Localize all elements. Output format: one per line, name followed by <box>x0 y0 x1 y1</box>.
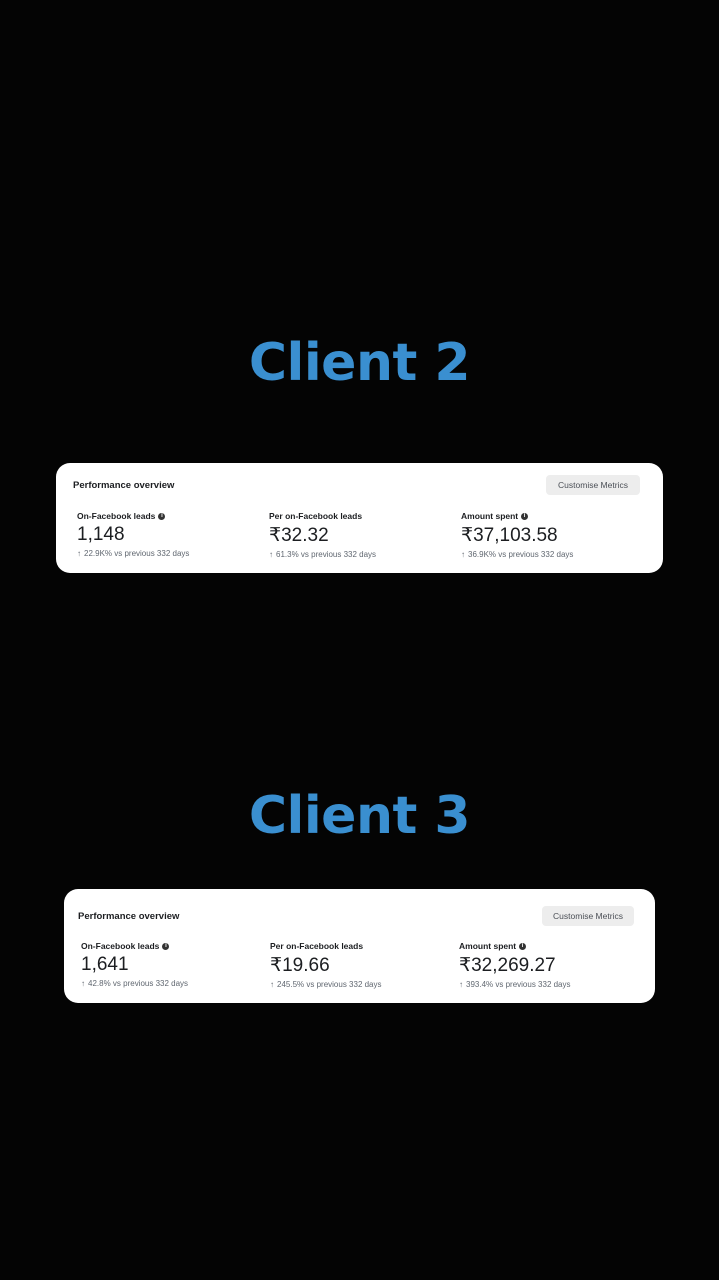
metric-label: Per on-Facebook leads <box>269 511 363 521</box>
metric-value: ₹37,103.58 <box>461 525 558 546</box>
metric-per-on-facebook-leads: Per on-Facebook leads ₹19.66 ↑ 245.5% vs … <box>270 941 382 989</box>
metric-amount-spent: Amount spent i ₹37,103.58 ↑ 36.9K% vs pre… <box>461 511 573 559</box>
client-3-title: Client 3 <box>248 786 471 846</box>
customise-metrics-button[interactable]: Customise Metrics <box>542 906 634 926</box>
metric-change: 245.5% vs previous 332 days <box>277 980 382 989</box>
metric-value: ₹32,269.27 <box>459 955 556 976</box>
customise-metrics-button[interactable]: Customise Metrics <box>546 475 640 495</box>
card-title: Performance overview <box>78 911 180 922</box>
metric-label: Amount spent <box>461 511 519 521</box>
metric-change: 42.8% vs previous 332 days <box>88 979 189 988</box>
performance-overview-card-client-3: Performance overview Customise Metrics O… <box>64 889 655 1003</box>
info-icon[interactable]: i <box>158 512 166 520</box>
performance-overview-card-client-2: Performance overview Customise Metrics O… <box>56 463 663 573</box>
arrow-up-icon: ↑ <box>270 980 274 989</box>
metric-value: 1,148 <box>77 524 125 545</box>
info-icon[interactable]: i <box>521 512 529 520</box>
arrow-up-icon: ↑ <box>77 549 81 558</box>
arrow-up-icon: ↑ <box>461 550 465 559</box>
metric-label: Amount spent <box>459 941 517 951</box>
metric-change: 61.3% vs previous 332 days <box>276 550 377 559</box>
metric-on-facebook-leads: On-Facebook leads i 1,641 ↑ 42.8% vs prev… <box>81 941 188 988</box>
info-icon[interactable]: i <box>519 942 527 950</box>
metric-value: ₹19.66 <box>270 955 330 976</box>
metric-label: On-Facebook leads <box>77 511 156 521</box>
arrow-up-icon: ↑ <box>81 979 85 988</box>
info-icon[interactable]: i <box>162 942 170 950</box>
metric-on-facebook-leads: On-Facebook leads i 1,148 ↑ 22.9K% vs pre… <box>77 511 189 558</box>
metric-label: On-Facebook leads <box>81 941 160 951</box>
metric-amount-spent: Amount spent i ₹32,269.27 ↑ 393.4% vs pre… <box>459 941 571 989</box>
card-title: Performance overview <box>73 480 175 491</box>
metric-value: 1,641 <box>81 954 129 975</box>
metric-change: 36.9K% vs previous 332 days <box>468 550 574 559</box>
metric-value: ₹32.32 <box>269 525 329 546</box>
client-2-title: Client 2 <box>248 333 471 393</box>
arrow-up-icon: ↑ <box>459 980 463 989</box>
metric-label: Per on-Facebook leads <box>270 941 364 951</box>
metric-change: 22.9K% vs previous 332 days <box>84 549 190 558</box>
metric-per-on-facebook-leads: Per on-Facebook leads ₹32.32 ↑ 61.3% vs p… <box>269 511 376 559</box>
metric-change: 393.4% vs previous 332 days <box>466 980 571 989</box>
arrow-up-icon: ↑ <box>269 550 273 559</box>
